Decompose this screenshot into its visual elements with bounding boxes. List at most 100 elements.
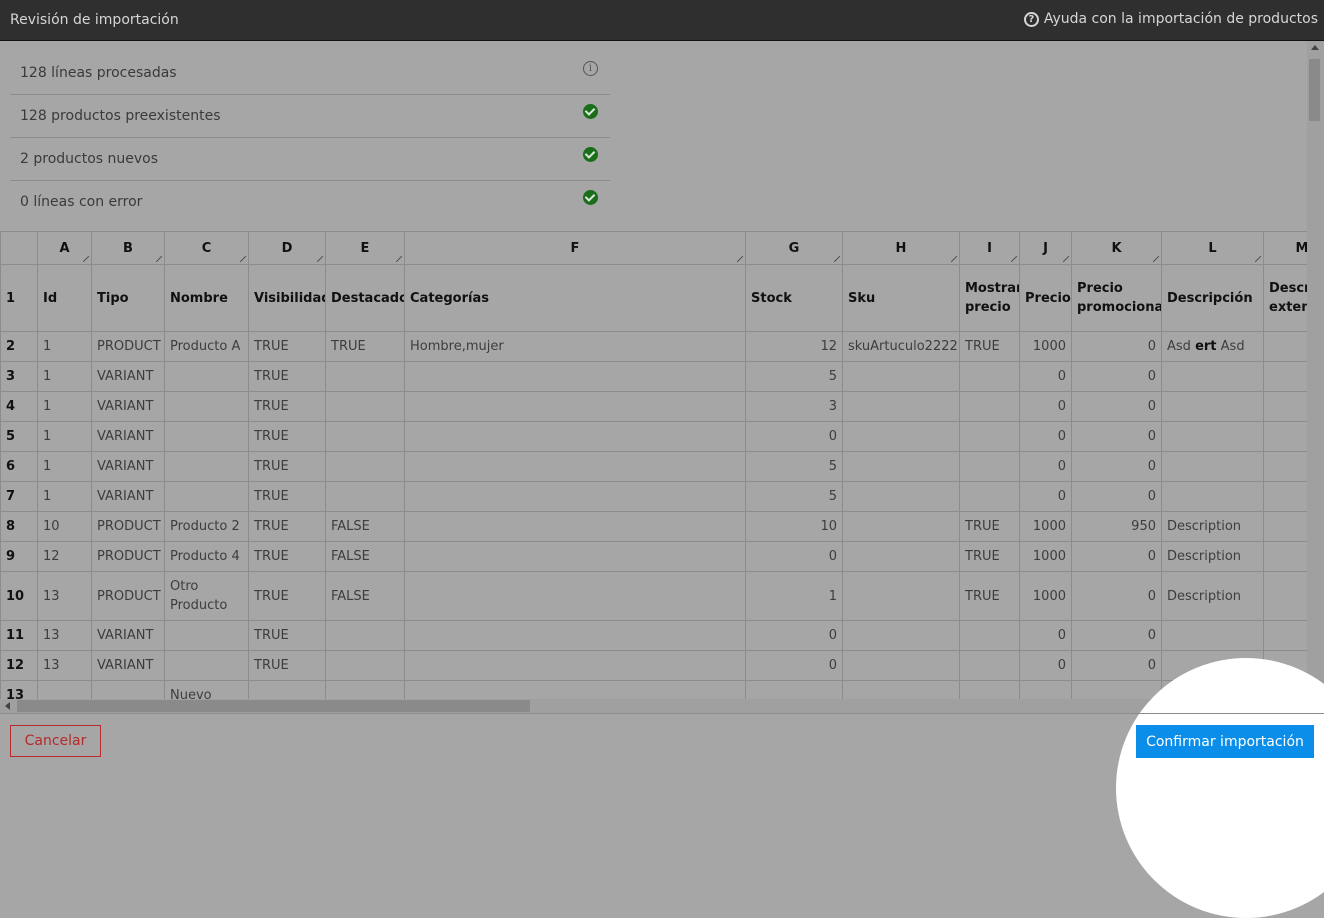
table-row[interactable]: 13 Nuevo (0, 680, 1307, 699)
table-cell[interactable]: 1 (37, 391, 92, 422)
table-cell[interactable] (1161, 421, 1264, 452)
table-cell[interactable]: TRUE (248, 571, 326, 621)
table-cell[interactable] (1263, 451, 1307, 482)
table-cell[interactable]: TRUE (959, 571, 1020, 621)
table-cell[interactable]: Producto 4 (164, 541, 249, 572)
table-cell[interactable] (842, 361, 960, 392)
column-letter-header[interactable]: J (1019, 231, 1072, 265)
table-cell[interactable]: 0 (1071, 481, 1162, 512)
table-cell[interactable]: Asd ert Asd (1161, 331, 1264, 362)
table-cell[interactable]: 10 (745, 511, 843, 542)
table-cell[interactable] (325, 391, 405, 422)
scroll-up-icon[interactable] (1311, 45, 1319, 50)
table-cell[interactable]: TRUE (959, 331, 1020, 362)
column-letter-header[interactable]: E (325, 231, 405, 265)
table-cell[interactable] (404, 571, 746, 621)
column-letter-header[interactable]: F (404, 231, 746, 265)
table-cell[interactable]: 13 (37, 620, 92, 651)
table-cell[interactable] (1161, 481, 1264, 512)
table-cell[interactable]: TRUE (248, 391, 326, 422)
table-cell[interactable]: FALSE (325, 511, 405, 542)
table-cell[interactable]: TRUE (248, 361, 326, 392)
table-row[interactable]: 11 13 VARIANT TRUE 0 0 0 (0, 620, 1307, 651)
scroll-left-icon[interactable] (5, 702, 10, 710)
table-cell[interactable]: 5 (745, 451, 843, 482)
table-row[interactable]: 6 1 VARIANT TRUE 5 0 0 (0, 451, 1307, 482)
vertical-scrollbar[interactable] (1307, 41, 1324, 699)
column-letter-header[interactable]: K (1071, 231, 1162, 265)
help-link[interactable]: ? Ayuda con la importación de productos (1023, 11, 1318, 27)
column-letter-header[interactable]: G (745, 231, 843, 265)
table-cell[interactable]: 0 (1071, 451, 1162, 482)
table-cell[interactable] (404, 361, 746, 392)
info-icon[interactable]: i (583, 61, 598, 76)
table-cell[interactable] (842, 421, 960, 452)
table-cell[interactable] (1161, 361, 1264, 392)
table-cell[interactable] (164, 620, 249, 651)
table-cell[interactable]: 1 (37, 481, 92, 512)
table-cell[interactable]: Producto A (164, 331, 249, 362)
table-cell[interactable] (1263, 571, 1307, 621)
column-letter-header[interactable]: M (1263, 231, 1307, 265)
table-cell[interactable]: TRUE (248, 451, 326, 482)
table-cell[interactable] (325, 421, 405, 452)
table-cell[interactable] (325, 481, 405, 512)
table-cell[interactable]: 5 (745, 481, 843, 512)
table-cell[interactable]: 13 (37, 571, 92, 621)
table-cell[interactable]: 13 (37, 650, 92, 681)
column-letter-header[interactable]: A (37, 231, 92, 265)
table-cell[interactable]: 0 (1071, 571, 1162, 621)
table-cell[interactable]: 0 (745, 421, 843, 452)
table-cell[interactable]: FALSE (325, 571, 405, 621)
table-cell[interactable] (91, 680, 165, 699)
table-cell[interactable]: 0 (1071, 391, 1162, 422)
table-cell[interactable]: 0 (1071, 620, 1162, 651)
table-cell[interactable]: 0 (1019, 481, 1072, 512)
table-cell[interactable]: TRUE (248, 421, 326, 452)
column-letter-header[interactable]: D (248, 231, 326, 265)
column-letter-header[interactable]: H (842, 231, 960, 265)
table-cell[interactable] (842, 511, 960, 542)
table-cell[interactable]: TRUE (248, 541, 326, 572)
table-cell[interactable] (248, 680, 326, 699)
table-cell[interactable]: Description (1161, 541, 1264, 572)
table-cell[interactable]: 950 (1071, 511, 1162, 542)
table-cell[interactable] (959, 451, 1020, 482)
table-cell[interactable]: PRODUCT (91, 571, 165, 621)
table-cell[interactable] (404, 511, 746, 542)
table-cell[interactable] (404, 391, 746, 422)
table-cell[interactable]: 1 (37, 451, 92, 482)
table-cell[interactable]: TRUE (248, 650, 326, 681)
table-cell[interactable] (959, 650, 1020, 681)
table-cell[interactable]: TRUE (248, 481, 326, 512)
horizontal-scroll-thumb[interactable] (17, 700, 530, 712)
table-row[interactable]: 7 1 VARIANT TRUE 5 0 0 (0, 481, 1307, 512)
table-cell[interactable]: 0 (1019, 391, 1072, 422)
table-cell[interactable]: VARIANT (91, 620, 165, 651)
table-cell[interactable] (325, 680, 405, 699)
table-cell[interactable]: 1 (37, 331, 92, 362)
table-cell[interactable]: 0 (1071, 361, 1162, 392)
table-cell[interactable]: TRUE (248, 331, 326, 362)
table-cell[interactable]: VARIANT (91, 650, 165, 681)
table-cell[interactable]: 0 (1071, 541, 1162, 572)
table-cell[interactable] (1019, 680, 1072, 699)
table-cell[interactable]: 1 (745, 571, 843, 621)
table-cell[interactable]: 0 (1019, 620, 1072, 651)
column-letter-header[interactable]: C (164, 231, 249, 265)
table-cell[interactable]: Otro Producto (164, 571, 249, 621)
table-row[interactable]: 2 1 PRODUCT Producto A TRUE TRUE Hombre,mujer 1… (0, 331, 1307, 362)
table-cell[interactable] (1263, 331, 1307, 362)
table-cell[interactable] (1263, 481, 1307, 512)
table-cell[interactable]: TRUE (248, 620, 326, 651)
table-cell[interactable]: 1000 (1019, 511, 1072, 542)
table-cell[interactable] (959, 620, 1020, 651)
table-cell[interactable] (404, 620, 746, 651)
table-cell[interactable]: 10 (37, 511, 92, 542)
table-cell[interactable] (404, 451, 746, 482)
table-cell[interactable]: 0 (1071, 421, 1162, 452)
table-cell[interactable]: 12 (745, 331, 843, 362)
table-cell[interactable] (1263, 391, 1307, 422)
table-cell[interactable]: TRUE (959, 511, 1020, 542)
table-cell[interactable] (842, 481, 960, 512)
